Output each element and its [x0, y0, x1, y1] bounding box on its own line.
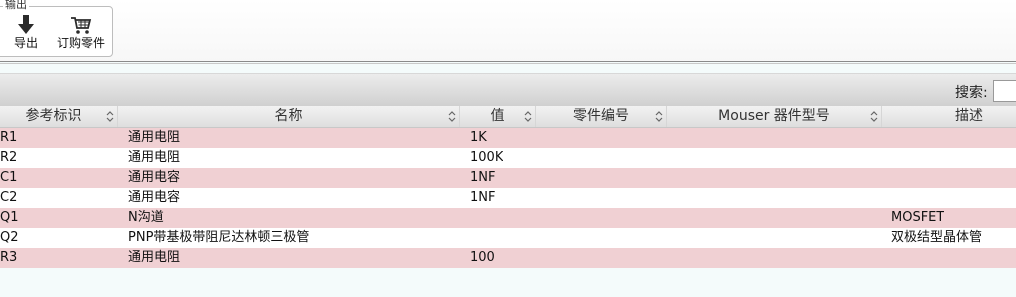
column-header-name[interactable]: 名称: [118, 106, 460, 127]
search-bar: 搜索:: [0, 73, 1016, 107]
table-row[interactable]: C1 通用电容 1NF: [0, 168, 1016, 188]
shopping-cart-icon: [71, 17, 92, 34]
column-header-mouser-label: Mouser 器件型号: [718, 108, 830, 124]
cell-description: 双极结型晶体管: [891, 230, 983, 245]
order-parts-button[interactable]: 订购零件: [55, 14, 107, 54]
cell-ref: C2: [0, 190, 18, 205]
table-body: R1 通用电阻 1K R2 通用电阻 100K C1 通用电容 1NF C2 通…: [0, 128, 1016, 268]
column-header-mouser[interactable]: Mouser 器件型号: [667, 106, 882, 127]
table-row[interactable]: Q2 PNP带基极带阻尼达林顿三极管 双极结型晶体管: [0, 228, 1016, 248]
cell-value: 100: [470, 250, 495, 265]
cell-value: 100K: [470, 150, 504, 165]
cell-name: N沟道: [128, 210, 164, 225]
cell-name: 通用电容: [128, 170, 181, 185]
cell-name: 通用电阻: [128, 130, 181, 145]
toolbar-divider-shadow: [0, 63, 1016, 64]
cell-ref: Q2: [0, 230, 19, 245]
column-header-description-label: 描述: [955, 108, 983, 124]
output-group-label: 输出: [3, 0, 29, 12]
search-label: 搜索:: [955, 85, 988, 101]
column-header-ref[interactable]: 参考标识: [0, 106, 118, 127]
cell-value: 1NF: [470, 190, 496, 205]
cell-name: PNP带基极带阻尼达林顿三极管: [128, 230, 310, 245]
column-header-name-label: 名称: [274, 108, 303, 124]
column-header-description[interactable]: 描述: [882, 106, 1016, 127]
table-row[interactable]: R1 通用电阻 1K: [0, 128, 1016, 148]
output-group: 输出 导出 订购零件: [0, 0, 113, 57]
table-row[interactable]: Q1 N沟道 MOSFET: [0, 208, 1016, 228]
table-row[interactable]: C2 通用电容 1NF: [0, 188, 1016, 208]
bom-grid: 搜索: 参考标识 名称 值 零件编号 Mouser 器件型号 描述 R1 通用电…: [0, 73, 1016, 297]
cell-ref: R2: [0, 150, 18, 165]
sort-icon: [524, 111, 532, 122]
order-parts-label: 订购零件: [56, 36, 105, 50]
export-label: 导出: [13, 36, 38, 50]
column-header-part-number-label: 零件编号: [573, 108, 629, 124]
sort-icon: [870, 111, 878, 122]
cell-name: 通用电容: [128, 190, 181, 205]
sort-icon: [655, 111, 663, 122]
cell-name: 通用电阻: [128, 150, 181, 165]
cell-name: 通用电阻: [128, 250, 181, 265]
cell-ref: Q1: [0, 210, 19, 225]
cell-ref: C1: [0, 170, 18, 185]
export-button[interactable]: 导出: [11, 14, 41, 54]
cell-ref: R1: [0, 130, 18, 145]
column-header-ref-label: 参考标识: [25, 108, 82, 124]
cell-value: 1K: [470, 130, 487, 145]
cell-value: 1NF: [470, 170, 496, 185]
table-row[interactable]: R3 通用电阻 100: [0, 248, 1016, 268]
column-header-part-number[interactable]: 零件编号: [536, 106, 667, 127]
column-header-value[interactable]: 值: [460, 106, 536, 127]
cell-ref: R3: [0, 250, 18, 265]
sort-icon: [448, 111, 456, 122]
table-row[interactable]: R2 通用电阻 100K: [0, 148, 1016, 168]
table-header: 参考标识 名称 值 零件编号 Mouser 器件型号 描述: [0, 106, 1016, 128]
download-arrow-icon: [18, 15, 34, 34]
column-header-value-label: 值: [490, 108, 505, 124]
sort-icon: [106, 111, 114, 122]
toolbar-divider: [0, 61, 1016, 62]
search-input[interactable]: [993, 80, 1016, 102]
toolbar: 输出 导出 订购零件: [0, 0, 1016, 62]
cell-description: MOSFET: [891, 210, 945, 225]
